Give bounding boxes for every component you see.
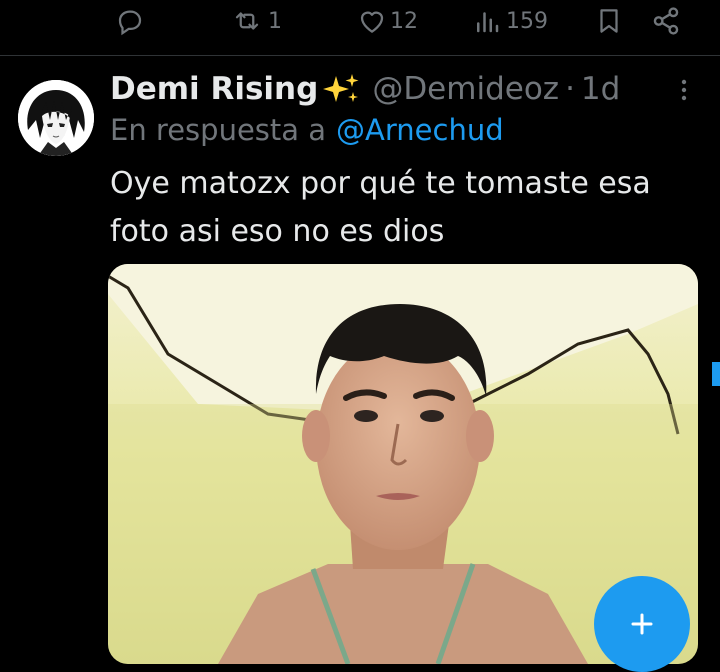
- more-vertical-icon: [681, 79, 687, 101]
- reply-prefix: En respuesta a: [110, 113, 327, 147]
- reply-icon: [118, 10, 142, 36]
- avatar[interactable]: [18, 80, 94, 156]
- tweet-timestamp[interactable]: 1d: [581, 71, 620, 107]
- views-count: 159: [506, 8, 548, 34]
- author-handle[interactable]: @Demideoz: [372, 71, 559, 107]
- compose-fab-button[interactable]: [594, 576, 690, 672]
- tweet-text: Oye matozx por qué te tomaste esa foto a…: [110, 166, 651, 249]
- views-button[interactable]: 159: [470, 4, 548, 38]
- heart-icon: [360, 11, 384, 33]
- separator-dot: ·: [565, 71, 575, 107]
- like-button[interactable]: 12: [356, 4, 418, 38]
- retweet-count: 1: [268, 8, 282, 34]
- retweet-button[interactable]: 1: [228, 4, 282, 38]
- share-icon: [653, 7, 679, 35]
- bookmark-button[interactable]: [594, 4, 624, 38]
- more-options-button[interactable]: [674, 78, 694, 102]
- reply-button[interactable]: [112, 4, 148, 38]
- plus-icon: [631, 613, 653, 635]
- previous-tweet-action-bar: 1 12 159: [0, 0, 720, 52]
- retweet-icon: [235, 12, 259, 30]
- like-count: 12: [390, 8, 418, 34]
- anime-avatar-image: [18, 80, 94, 156]
- tweet-header: Demi Rising @Demideoz · 1d: [110, 64, 620, 114]
- tweet-divider: [0, 55, 720, 56]
- views-icon: [477, 12, 499, 33]
- reply-mention-link[interactable]: @Arnechud: [336, 113, 504, 147]
- share-button[interactable]: [650, 4, 682, 38]
- bookmark-icon: [600, 9, 618, 33]
- side-scroll-tab[interactable]: [712, 362, 720, 386]
- sparkles-icon: [320, 72, 362, 106]
- reply-context: En respuesta a @Arnechud: [110, 108, 504, 152]
- author-name[interactable]: Demi Rising: [110, 71, 318, 107]
